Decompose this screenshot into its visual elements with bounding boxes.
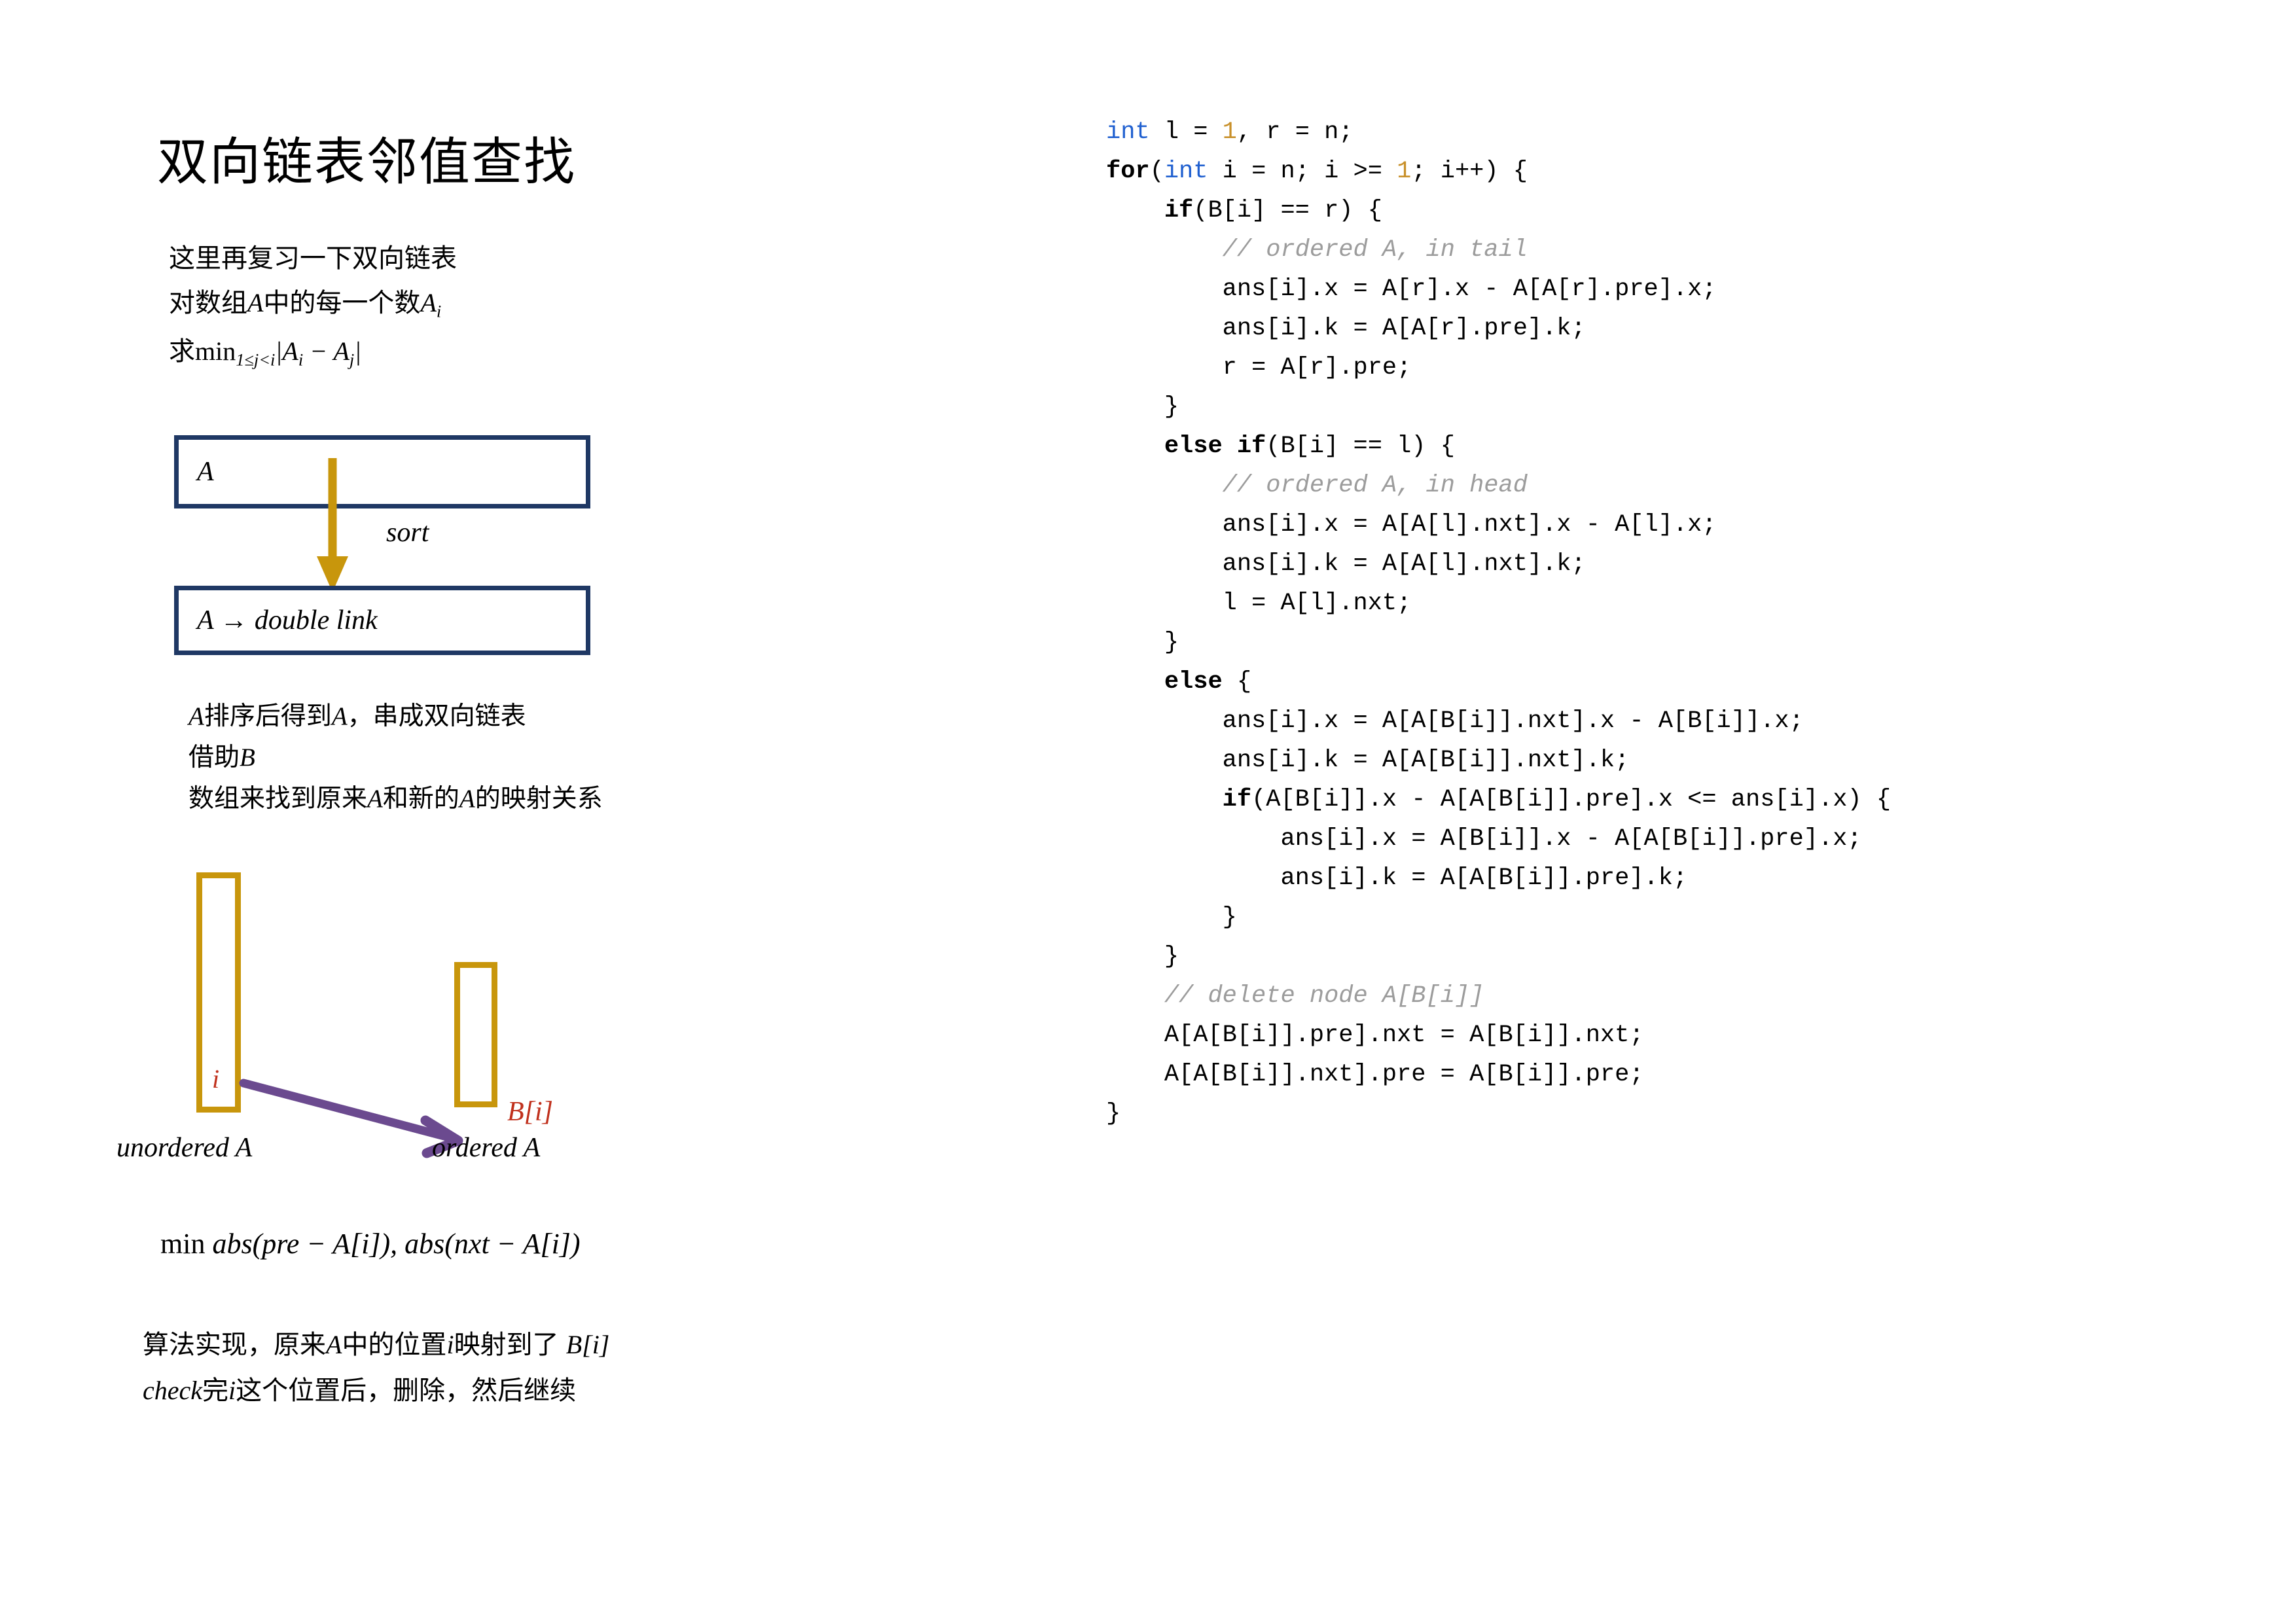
intro-line-3: 求min1≤j<i|Ai − Aj|: [169, 338, 758, 368]
explain-line-3-post: 的映射关系: [475, 785, 603, 813]
sort-label: sort: [386, 518, 429, 548]
explain-line-3-var-a2: A: [459, 785, 475, 813]
caption-unordered-a: unordered A: [117, 1133, 253, 1163]
caption-ordered-a: ordered A: [432, 1133, 541, 1163]
explain-line-3-mid: 和新的: [382, 785, 459, 813]
footer-line-2-post: 这个位置后，删除，然后继续: [236, 1376, 577, 1405]
min-formula: min abs(pre − A[i]), abs(nxt − A[i]): [160, 1227, 581, 1260]
explain-line-3-var-a1: A: [367, 785, 383, 813]
left-column: 双向链表邻值查找 这里再复习一下双向链表 对数组A中的每一个数Ai 求min1≤…: [0, 0, 982, 1623]
code-line: ans[i].x = A[r].x - A[A[r].pre].x;: [1106, 276, 1717, 303]
code-line: }: [1106, 629, 1179, 656]
code-line: }: [1106, 943, 1179, 971]
explain-line-1-post: ，串成双向链表: [347, 702, 526, 730]
code-line: A[A[B[i]].pre].nxt = A[B[i]].nxt;: [1106, 1022, 1644, 1049]
sort-arrow-icon: [317, 458, 348, 592]
intro-line-2: 对数组A中的每一个数Ai: [169, 290, 758, 320]
code-line: ans[i].k = A[A[l].nxt].k;: [1106, 550, 1586, 578]
intro-line-1: 这里再复习一下双向链表: [169, 244, 457, 273]
footer-line-1-var-a: A: [326, 1330, 342, 1359]
code-line: ans[i].k = A[A[B[i]].pre].k;: [1106, 865, 1688, 892]
code-line: // ordered A, in head: [1222, 472, 1528, 499]
intro-line-3-minus: − A: [303, 336, 350, 366]
footer-line-2: check完i这个位置后，删除，然后继续: [143, 1378, 863, 1404]
mapping-arrow-icon: [239, 1079, 463, 1158]
code-line: // delete node A[B[i]]: [1164, 982, 1484, 1010]
code-line: // ordered A, in tail: [1222, 236, 1528, 264]
code-line: l = A[l].nxt;: [1106, 590, 1412, 617]
code-line: int l = 1, r = n;: [1106, 118, 1354, 146]
code-line: ans[i].x = A[A[l].nxt].x - A[l].x;: [1106, 511, 1717, 539]
intro-line-2-var-a: A: [247, 288, 264, 317]
footer-line-1: 算法实现，原来A中的位置i映射到了 B[i]: [143, 1330, 863, 1359]
explain-line-1-var-a2: A: [331, 702, 348, 730]
footer-line-2-var-i: i: [228, 1376, 236, 1405]
intro-line-3-pre: 求: [169, 336, 195, 366]
code-line: if(B[i] == r) {: [1164, 197, 1382, 224]
intro-line-2-var-a2: A: [420, 288, 437, 317]
code-line: A[A[B[i]].nxt].pre = A[B[i]].pre;: [1106, 1061, 1644, 1088]
box-double-link-label: A → double link: [197, 605, 378, 635]
intro-text-block: 这里再复习一下双向链表 对数组A中的每一个数Ai 求min1≤j<i|Ai − …: [169, 245, 758, 387]
footer-line-1-mid: 中的位置: [342, 1330, 447, 1359]
footer-line-1-var-i: i: [446, 1330, 454, 1359]
intro-line-3-range: 1≤j<i: [236, 349, 276, 370]
footer-line-2-mid: 完: [202, 1376, 229, 1405]
min-formula-body: abs(pre − A[i]), abs(nxt − A[i]): [212, 1228, 581, 1260]
intro-line-3-expr: |A: [275, 336, 298, 366]
intro-line-3-min: min: [195, 336, 236, 366]
explain-line-1-var-a: A: [188, 702, 204, 730]
explain-text-block: A排序后得到A，串成双向链表 借助B 数组来找到原来A和新的A的映射关系: [188, 704, 843, 827]
code-listing: int l = 1, r = n; for(int i = n; i >= 1; …: [1106, 113, 1891, 1133]
code-line: ans[i].k = A[A[B[i]].nxt].k;: [1106, 747, 1630, 774]
box-double-link: A → double link: [174, 586, 590, 655]
code-line: }: [1106, 1100, 1121, 1128]
explain-line-3: 数组来找到原来A和新的A的映射关系: [188, 786, 843, 812]
explain-line-1: A排序后得到A，串成双向链表: [188, 704, 843, 729]
explain-line-1-mid: 排序后得到: [204, 702, 332, 730]
explain-line-2: 借助B: [188, 745, 843, 770]
code-line: if(A[B[i]].x - A[A[B[i]].pre].x <= ans[i…: [1222, 786, 1892, 813]
footer-line-1-post: 映射到了: [454, 1330, 566, 1359]
mapping-diagram: i B[i] unordered A ordered A: [0, 851, 720, 1191]
intro-line-3-end: |: [354, 336, 362, 366]
min-formula-min: min: [160, 1228, 213, 1260]
code-line: else {: [1164, 668, 1252, 696]
page-title: 双向链表邻值查找: [157, 133, 577, 190]
footer-text-block: 算法实现，原来A中的位置i映射到了 B[i] check完i这个位置后，删除，然…: [143, 1332, 863, 1423]
intro-line-2-pre: 对数组: [169, 289, 247, 317]
code-line: ans[i].x = A[A[B[i]].nxt].x - A[B[i]].x;: [1106, 707, 1804, 735]
code-line: ans[i].k = A[A[r].pre].k;: [1106, 315, 1586, 342]
code-line: ans[i].x = A[B[i]].x - A[A[B[i]].pre].x;: [1106, 825, 1862, 853]
footer-line-1-pre: 算法实现，原来: [143, 1330, 326, 1359]
explain-line-2-pre: 借助: [188, 743, 240, 772]
explain-line-2-var-b: B: [240, 743, 255, 772]
intro-line-2-subscript: i: [436, 301, 442, 321]
explain-line-3-pre: 数组来找到原来: [188, 785, 368, 813]
footer-line-1-var-bi: B[i]: [565, 1330, 610, 1359]
code-line: for(int i = n; i >= 1; i++) {: [1106, 158, 1528, 185]
footer-line-2-check: check: [143, 1376, 203, 1405]
box-array-a-label: A: [197, 457, 214, 487]
code-line: r = A[r].pre;: [1106, 354, 1412, 382]
code-line: }: [1106, 904, 1237, 931]
code-line: }: [1106, 393, 1179, 421]
intro-line-2-mid: 中的每一个数: [263, 289, 421, 317]
code-line: else if(B[i] == l) {: [1164, 433, 1455, 460]
